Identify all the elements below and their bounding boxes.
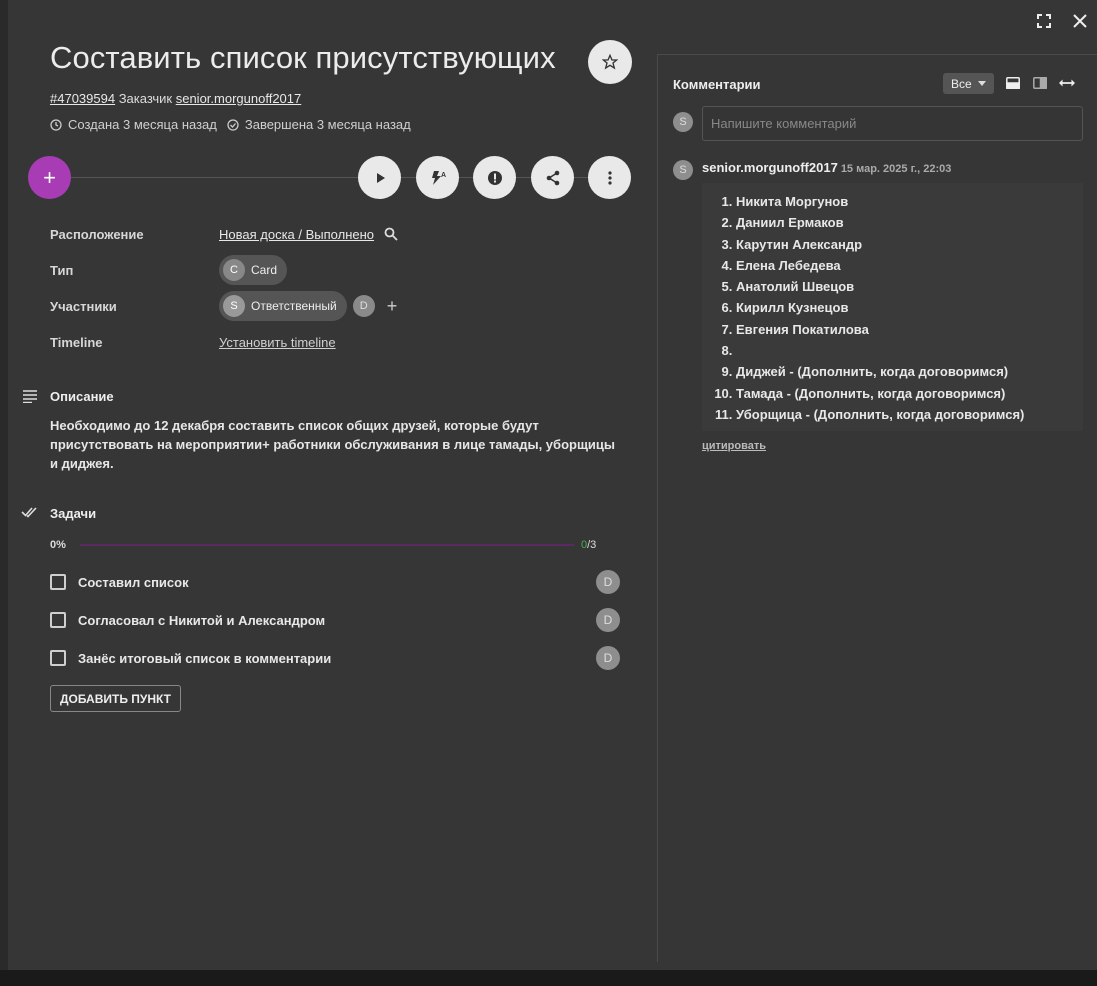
progress-count: 0/3 [581, 539, 597, 551]
progress-bar [80, 544, 574, 546]
list-item: Никита Моргунов [736, 191, 1083, 212]
type-chip[interactable]: C Card [219, 255, 288, 285]
member-chip[interactable]: S Ответственный [219, 291, 347, 321]
filter-value: Все [951, 76, 972, 91]
checklist-checkbox[interactable] [50, 650, 66, 666]
type-chip-label: Card [251, 263, 278, 277]
add-member-button[interactable]: + [387, 296, 398, 317]
modal-window-controls [1035, 10, 1089, 32]
avatar: S [673, 112, 693, 132]
double-check-icon [21, 505, 39, 523]
checklist-item: Занёс итоговый список в комментарии D [50, 643, 620, 673]
share-button[interactable] [531, 156, 574, 199]
avatar[interactable]: D [596, 608, 620, 632]
fullscreen-icon[interactable] [1035, 10, 1053, 32]
comments-heading: Комментарии [673, 77, 761, 92]
card-modal: Составить список присутствующих #4703959… [8, 0, 1097, 970]
location-link[interactable]: Новая доска / Выполнено [219, 227, 374, 242]
timeline-row: Timeline Установить timeline [50, 324, 450, 360]
checklist-item-label[interactable]: Составил список [78, 575, 189, 590]
layout-bottom-icon[interactable] [1005, 75, 1021, 91]
list-item: Диджей - (Дополнить, когда договоримся) [736, 361, 1083, 382]
favorite-button[interactable] [588, 40, 632, 84]
card-title[interactable]: Составить список присутствующих [50, 40, 556, 76]
alert-icon [487, 170, 502, 185]
member-avatar: S [223, 295, 245, 317]
created-text: Создана 3 месяца назад [68, 117, 217, 132]
background-board-edge [0, 0, 8, 986]
search-icon[interactable] [384, 227, 398, 241]
start-button[interactable] [358, 156, 401, 199]
list-item: Уборщица - (Дополнить, когда договоримся… [736, 404, 1083, 425]
checklist-item-label[interactable]: Занёс итоговый список в комментарии [78, 651, 331, 666]
comment-author-name[interactable]: senior.morgunoff2017 [702, 160, 838, 175]
avatar[interactable]: D [352, 295, 375, 317]
checklist-checkbox[interactable] [50, 612, 66, 628]
automation-button[interactable]: A [416, 156, 459, 199]
list-item: Карутин Александр [736, 234, 1083, 255]
play-icon [376, 172, 385, 183]
avatar[interactable]: D [596, 646, 620, 670]
description-icon [23, 389, 37, 408]
more-button[interactable] [588, 156, 631, 199]
location-label: Расположение [50, 226, 144, 242]
svg-text:A: A [441, 172, 446, 179]
expand-width-icon[interactable] [1059, 75, 1075, 91]
type-label: Тип [50, 262, 74, 278]
list-item: Елена Лебедева [736, 255, 1083, 276]
list-item [736, 340, 1083, 361]
type-avatar: C [223, 259, 245, 281]
priority-button[interactable] [473, 156, 516, 199]
comments-layout-controls [1005, 75, 1075, 91]
quote-link[interactable]: цитировать [702, 440, 766, 452]
list-item: Кирилл Кузнецов [736, 297, 1083, 318]
avatar[interactable]: D [596, 570, 620, 594]
layout-side-icon[interactable] [1032, 75, 1048, 91]
more-vert-icon [607, 170, 612, 185]
customer-prefix: Заказчик [118, 91, 173, 106]
card-id-link[interactable]: #47039594 [50, 91, 115, 106]
checklist-checkbox[interactable] [50, 574, 66, 590]
auto-flash-icon: A [431, 170, 446, 185]
progress-percent: 0% [50, 539, 66, 551]
member-chip-label: Ответственный [251, 299, 337, 313]
description-text[interactable]: Необходимо до 12 декабря составить списо… [50, 416, 620, 473]
comment-author: senior.morgunoff2017 15 мар. 2025 г., 22:… [702, 160, 951, 175]
card-meta: #47039594 Заказчик senior.morgunoff2017 [50, 91, 301, 106]
card-dates: Создана 3 месяца назад Завершена 3 месяц… [50, 117, 411, 132]
avatar: S [673, 160, 693, 180]
list-item: Евгения Покатилова [736, 319, 1083, 340]
list-item: Тамада - (Дополнить, когда договоримся) [736, 383, 1083, 404]
checklist-item: Согласовал с Никитой и Александром D [50, 605, 620, 635]
clock-icon [50, 118, 62, 131]
comment-input[interactable] [702, 106, 1083, 141]
members-row: Участники S Ответственный D + [50, 288, 450, 324]
list-item: Даниил Ермаков [736, 212, 1083, 233]
location-row: Расположение Новая доска / Выполнено [50, 216, 450, 252]
type-row: Тип C Card [50, 252, 450, 288]
list-item: Анатолий Швецов [736, 276, 1083, 297]
members-label: Участники [50, 298, 117, 314]
checklist-item: Составил список D [50, 567, 620, 597]
description-heading: Описание [50, 389, 114, 404]
comment-body: Никита Моргунов Даниил Ермаков Карутин А… [702, 183, 1083, 431]
add-checklist-item-button[interactable]: ДОБАВИТЬ ПУНКТ [50, 685, 182, 712]
checklist-item-label[interactable]: Согласовал с Никитой и Александром [78, 613, 325, 628]
share-icon [546, 170, 559, 185]
star-icon [602, 54, 618, 70]
comments-filter-select[interactable]: Все [943, 73, 994, 94]
background-bottom-strip [0, 970, 1097, 986]
comment-date: 15 мар. 2025 г., 22:03 [840, 163, 952, 175]
comments-panel: Комментарии Все S S senior.morgunoff2017… [657, 54, 1097, 962]
check-circle-icon [227, 118, 239, 131]
completed-text: Завершена 3 месяца назад [244, 117, 411, 132]
close-icon[interactable] [1071, 10, 1089, 32]
customer-link[interactable]: senior.morgunoff2017 [176, 91, 302, 106]
set-timeline-link[interactable]: Установить timeline [219, 335, 336, 350]
timeline-label: Timeline [50, 334, 103, 350]
tasks-heading: Задачи [50, 506, 97, 521]
add-button[interactable]: + [28, 156, 71, 199]
chevron-down-icon [977, 81, 986, 86]
